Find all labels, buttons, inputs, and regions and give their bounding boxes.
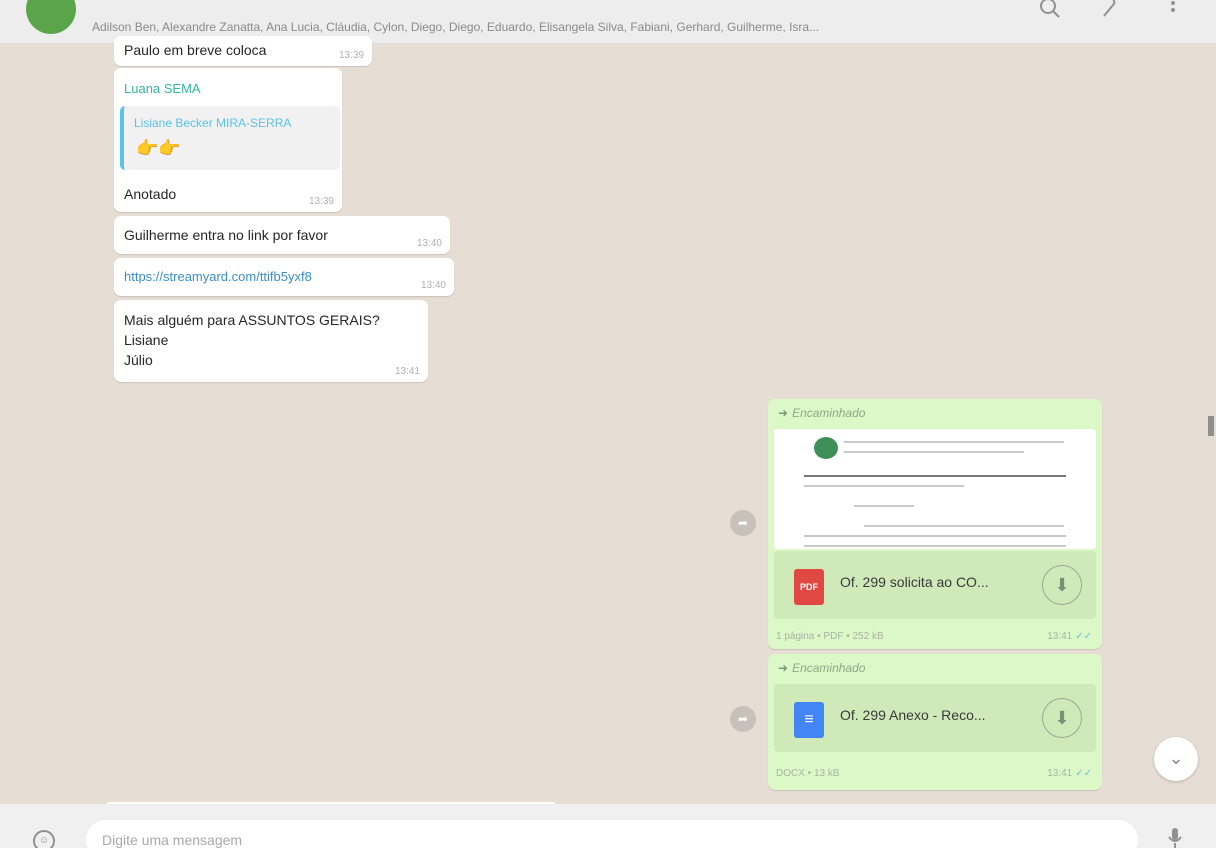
message-time: 13:39 [338, 50, 364, 61]
document-line [844, 441, 1064, 443]
message-text: Anotado [124, 186, 177, 202]
composer-bar: ☺ [0, 804, 1216, 848]
chevron-down-icon[interactable]: ⌄ [1154, 737, 1198, 781]
chat-area[interactable]: Paulo em breve coloca 13:39 Luana SEMA L… [0, 36, 1216, 808]
document-line [864, 525, 1064, 527]
group-avatar[interactable] [26, 0, 76, 34]
outgoing-document-message[interactable]: ➜ Encaminhado PDF Of. 299 solicita ao CO.… [768, 399, 1102, 649]
outgoing-document-message[interactable]: ➜ Encaminhado ≡ Of. 299 Anexo - Reco... ⬇… [768, 654, 1102, 790]
sender-name[interactable]: Luana SEMA [124, 81, 201, 96]
message-text: Guilherme entra no link por favor [124, 227, 328, 243]
incoming-message-reply[interactable]: Luana SEMA Lisiane Becker MIRA-SERRA 👉👉 … [114, 68, 342, 212]
file-meta: 1 página • PDF • 252 kB [776, 631, 884, 642]
share-forward-icon[interactable]: ➦ [730, 510, 756, 536]
file-name: Of. 299 solicita ao CO... [840, 574, 989, 590]
forward-arrow-icon: ➜ [778, 661, 789, 675]
document-line [854, 505, 914, 507]
paperclip-icon[interactable] [1094, 0, 1124, 26]
scrollbar-thumb[interactable] [1208, 416, 1214, 436]
message-time: 13:39 [308, 196, 334, 207]
file-row[interactable]: PDF Of. 299 solicita ao CO... ⬇ [774, 551, 1096, 619]
file-name: Of. 299 Anexo - Reco... [840, 707, 986, 723]
document-line [844, 451, 1024, 453]
message-text: Paulo em breve coloca [124, 42, 267, 58]
docx-file-icon: ≡ [794, 702, 824, 738]
quoted-sender: Lisiane Becker MIRA-SERRA [134, 116, 292, 130]
incoming-message-link[interactable]: https://streamyard.com/ttifb5yxf8 13:40 [114, 258, 454, 296]
pdf-file-icon: PDF [794, 569, 824, 605]
message-time: 13:40 [416, 238, 442, 249]
forward-arrow-icon: ➜ [778, 406, 789, 420]
message-time: 13:41 [394, 366, 420, 377]
search-icon[interactable] [1036, 0, 1066, 26]
message-text: Mais alguém para ASSUNTOS GERAIS? Lisian… [124, 310, 380, 370]
message-input[interactable] [86, 820, 1138, 848]
share-forward-icon[interactable]: ➦ [730, 706, 756, 732]
document-line [804, 545, 1066, 547]
document-logo [814, 437, 838, 459]
message-line: Lisiane [124, 332, 169, 348]
incoming-message[interactable]: Mais alguém para ASSUNTOS GERAIS? Lisian… [114, 300, 428, 382]
streamyard-link[interactable]: https://streamyard.com/ttifb5yxf8 [124, 269, 312, 284]
emoji-icon[interactable]: ☺ [33, 830, 55, 848]
message-time: 13:41 ✓✓ [1047, 631, 1092, 642]
incoming-message[interactable]: Paulo em breve coloca 13:39 [114, 36, 372, 66]
double-check-icon: ✓✓ [1075, 768, 1092, 779]
file-row[interactable]: ≡ Of. 299 Anexo - Reco... ⬇ [774, 684, 1096, 752]
message-time: 13:40 [420, 280, 446, 291]
microphone-icon[interactable] [1165, 828, 1185, 848]
document-line [804, 535, 1066, 537]
participants-list[interactable]: Adilson Ben, Alexandre Zanatta, Ana Luci… [92, 20, 1012, 34]
quoted-text: 👉👉 [136, 138, 181, 158]
menu-dots-icon[interactable] [1158, 0, 1188, 26]
quoted-message[interactable]: Lisiane Becker MIRA-SERRA 👉👉 [120, 106, 340, 170]
download-icon[interactable]: ⬇ [1042, 698, 1082, 738]
document-preview[interactable] [774, 429, 1096, 549]
double-check-icon: ✓✓ [1075, 631, 1092, 642]
forwarded-label: ➜ Encaminhado [778, 661, 866, 675]
incoming-message[interactable]: Guilherme entra no link por favor 13:40 [114, 216, 450, 254]
forwarded-label: ➜ Encaminhado [778, 406, 866, 420]
document-line [804, 485, 964, 487]
message-time: 13:41 ✓✓ [1047, 768, 1092, 779]
document-line [804, 475, 1066, 477]
message-line: Júlio [124, 352, 153, 368]
message-line: Mais alguém para ASSUNTOS GERAIS? [124, 312, 380, 328]
download-icon[interactable]: ⬇ [1042, 565, 1082, 605]
file-meta: DOCX • 13 kB [776, 768, 840, 779]
